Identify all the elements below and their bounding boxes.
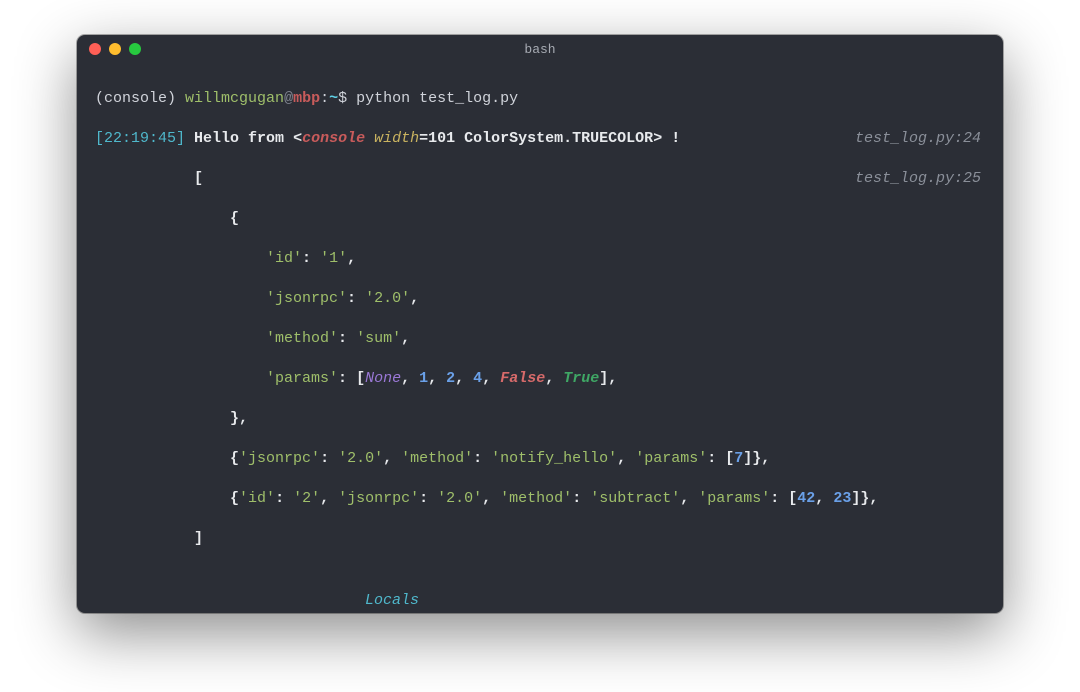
cwd: ~ <box>329 90 338 107</box>
data-line: 'id': '1', <box>95 249 985 269</box>
window-title: bash <box>77 42 1003 57</box>
locals-panel: Locals 'enabled'False 'context'{'foo': '… <box>167 571 985 613</box>
data-line: {'jsonrpc': '2.0', 'method': 'notify_hel… <box>95 449 985 469</box>
console-tag: console <box>302 130 365 147</box>
user: willmcgugan <box>185 90 284 107</box>
venv: (console) <box>95 90 176 107</box>
log-line-2: [test_log.py:25 <box>95 169 985 189</box>
data-line: 'method': 'sum', <box>95 329 985 349</box>
data-line: 'params': [None, 1, 2, 4, False, True], <box>95 369 985 389</box>
data-line: { <box>95 209 985 229</box>
source-loc-2: test_log.py:25 <box>855 169 985 189</box>
data-line: }, <box>95 409 985 429</box>
locals-title: Locals <box>365 592 419 609</box>
host: mbp <box>293 90 320 107</box>
command: python test_log.py <box>356 90 518 107</box>
prompt-line-1: (console) willmcgugan@mbp:~$ python test… <box>95 89 985 109</box>
terminal-window: bash (console) willmcgugan@mbp:~$ python… <box>77 35 1003 613</box>
source-loc-1: test_log.py:24 <box>855 129 985 149</box>
data-line: 'jsonrpc': '2.0', <box>95 289 985 309</box>
timestamp: [22:19:45] <box>95 130 185 147</box>
data-line: {'id': '2', 'jsonrpc': '2.0', 'method': … <box>95 489 985 509</box>
log-line-1: [22:19:45] Hello from <console width=101… <box>95 129 985 149</box>
titlebar: bash <box>77 35 1003 63</box>
terminal-body[interactable]: (console) willmcgugan@mbp:~$ python test… <box>77 63 1003 613</box>
data-line: ] <box>95 529 985 549</box>
